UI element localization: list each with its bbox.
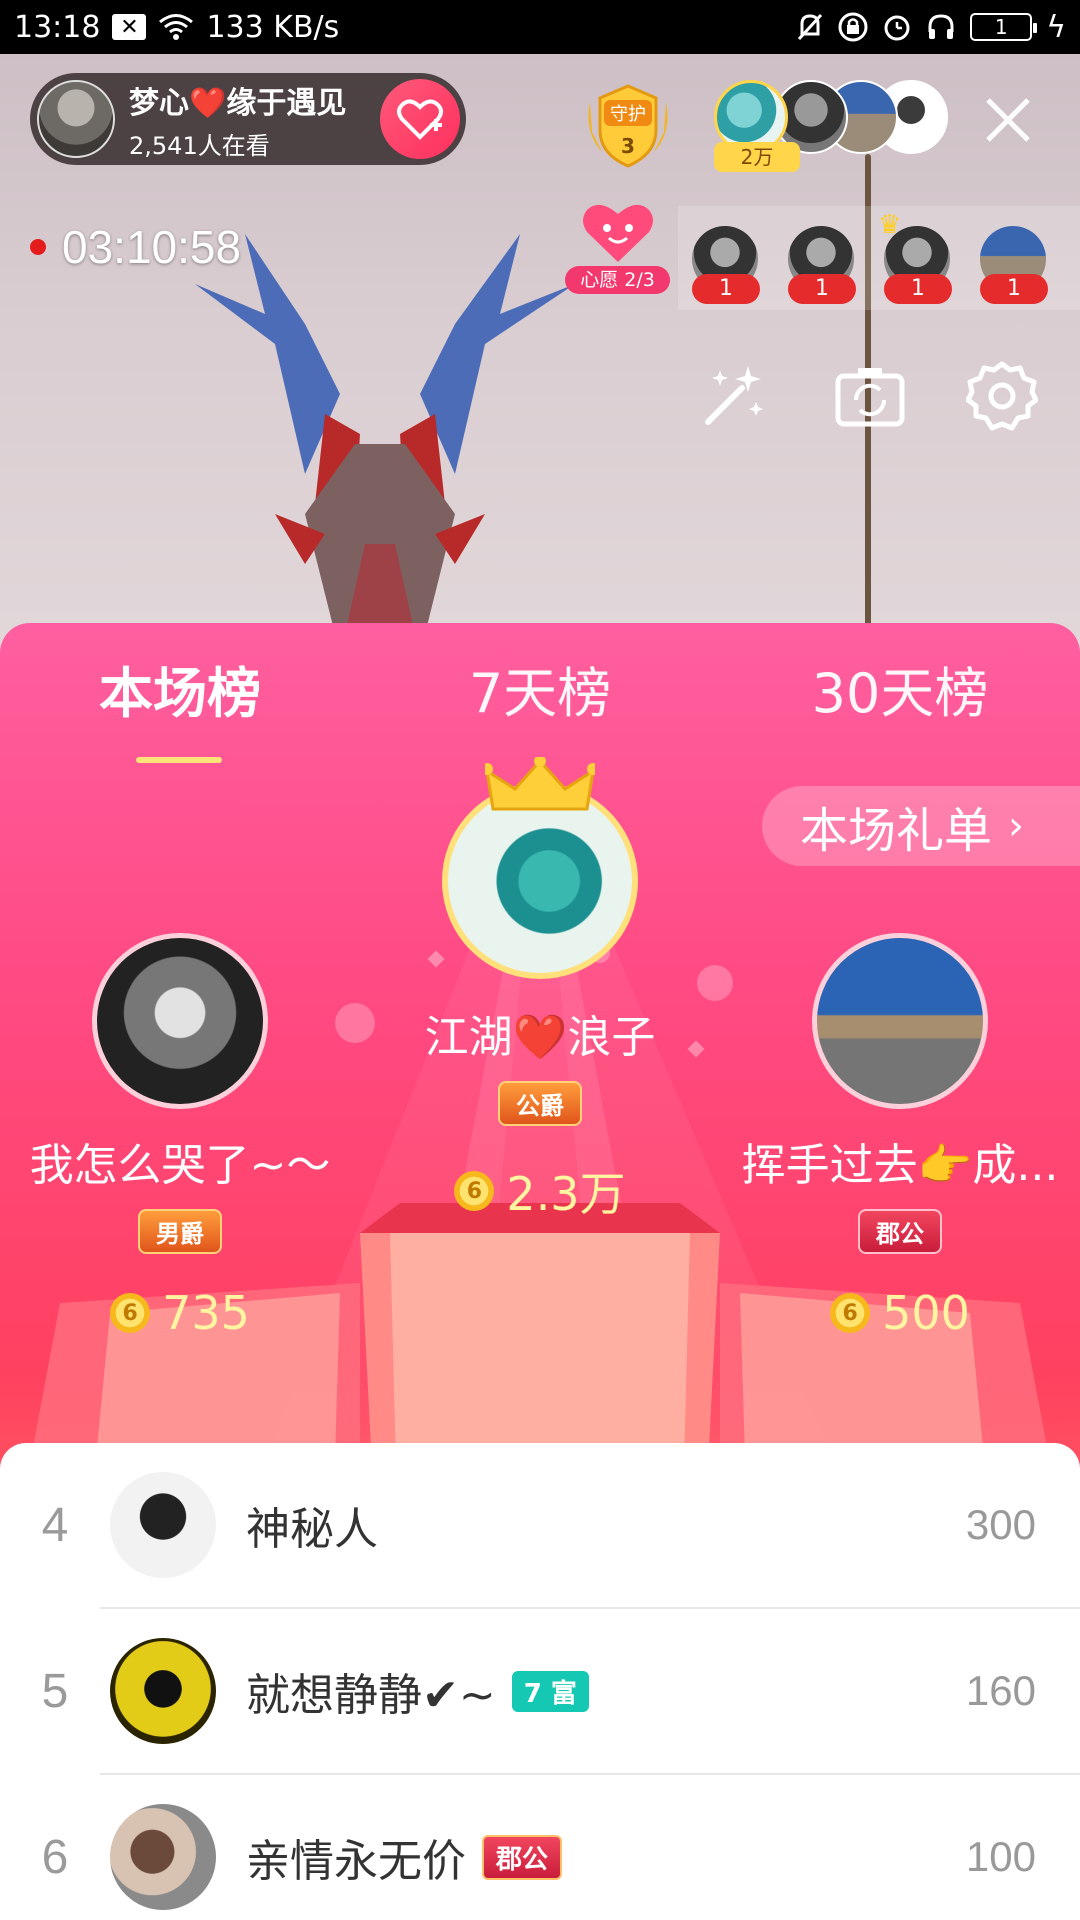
viewer-count-badge: 1 [980, 274, 1048, 304]
gift-list-label: 本场礼单 [800, 803, 993, 859]
crown-icon [485, 757, 595, 811]
alarm-icon [884, 15, 910, 41]
guard-label: 守护 [610, 104, 646, 125]
viewer-1[interactable]: 1 [692, 226, 760, 306]
viewer-4[interactable]: 1 [980, 226, 1048, 306]
rank-second[interactable]: 我怎么哭了~〜 男爵 6 735 [10, 933, 350, 1340]
charging-icon: ϟ [1046, 9, 1066, 45]
user-avatar[interactable] [110, 1472, 216, 1578]
coin-icon: 6 [454, 1171, 495, 1211]
close-button[interactable] [980, 92, 1036, 148]
third-score: 6 500 [730, 1286, 1070, 1340]
list-item[interactable]: 4 神秘人 300 [0, 1443, 1080, 1607]
chevron-right-icon: › [1008, 803, 1025, 849]
first-noble-badge: 公爵 [498, 1081, 582, 1126]
rich-level-badge: 7 富 [511, 1670, 589, 1712]
flip-camera-button[interactable] [834, 360, 906, 432]
ranking-tabs: 本场榜 7天榜 30天榜 [0, 649, 1080, 763]
noble-badge: 郡公 [482, 1834, 563, 1880]
flip-camera-icon [835, 368, 905, 427]
user-score: 100 [965, 1833, 1036, 1880]
guard-count: 3 [621, 134, 635, 158]
third-name: 挥手过去👉成... [741, 1140, 1059, 1191]
third-score-value: 500 [882, 1286, 970, 1340]
user-name: 神秘人 [246, 1504, 378, 1555]
list-item[interactable]: 6 亲情永无价 郡公 100 [0, 1775, 1080, 1920]
follow-button[interactable] [380, 79, 460, 159]
rank-third[interactable]: 挥手过去👉成... 郡公 6 500 [730, 933, 1070, 1340]
heart-plus-icon [397, 99, 443, 140]
active-tab-indicator [136, 757, 222, 763]
user-score: 300 [965, 1501, 1036, 1548]
second-name: 我怎么哭了~〜 [29, 1140, 331, 1191]
host-name: 梦心❤️缘于遇见 [129, 85, 347, 121]
rank-first[interactable]: 江湖❤️浪子 公爵 6 2.3万 [370, 757, 710, 1224]
host-info-pill[interactable]: 梦心❤️缘于遇见 2,541人在看 [30, 73, 466, 165]
user-avatar[interactable] [110, 1804, 216, 1910]
viewer-count-badge: 1 [692, 274, 760, 304]
coin-icon: 6 [830, 1293, 871, 1333]
viewer-count: 2,541人在看 [129, 131, 270, 160]
lock-icon [838, 12, 868, 42]
third-avatar[interactable] [812, 933, 988, 1109]
tab-7-days[interactable]: 7天榜 [440, 649, 640, 728]
headphone-icon [928, 14, 954, 39]
guard-badge[interactable]: 守护 3 [582, 82, 674, 170]
user-avatar[interactable] [110, 1638, 216, 1744]
gift-list-button[interactable]: 本场礼单 › [762, 786, 1080, 866]
rank-number: 6 [41, 1830, 69, 1884]
wish-label: 心愿 2/3 [565, 266, 670, 294]
first-score-value: 2.3万 [506, 1167, 626, 1221]
second-score: 6 735 [10, 1286, 350, 1340]
user-name: 亲情永无价 [246, 1836, 466, 1887]
recording-dot [30, 239, 46, 255]
third-noble-badge: 郡公 [858, 1209, 942, 1254]
close-icon [986, 98, 1030, 142]
coin-icon: 6 [110, 1293, 151, 1333]
crown-icon: ♛ [878, 210, 902, 240]
battery-level: 1 [994, 15, 1008, 39]
status-time: 13:18 [14, 9, 101, 45]
timer-text: 03:10:58 [62, 221, 242, 273]
list-item[interactable]: 5 就想静静✔~ 7 富 160 [0, 1609, 1080, 1773]
viewer-count-badge: 1 [788, 274, 856, 304]
viewer-strip[interactable]: 1 1 ♛ 1 1 [678, 206, 1080, 310]
second-avatar[interactable] [92, 933, 268, 1109]
viewer-3[interactable]: ♛ 1 [878, 210, 952, 306]
viewer-count-badge: 1 [884, 274, 952, 304]
mute-icon [798, 13, 823, 41]
tab-current-session[interactable]: 本场榜 [80, 649, 280, 728]
top-fan-amount: 2万 [714, 142, 800, 172]
gear-icon [965, 361, 1039, 431]
status-bar: 13:18 ✕ 133 KB/s 1 ϟ [0, 0, 1080, 54]
magic-wand-icon [705, 366, 763, 425]
notification-x-icon: ✕ [112, 14, 147, 40]
second-score-value: 735 [162, 1286, 250, 1340]
top-fans[interactable]: 2万 [714, 80, 948, 180]
wifi-icon [159, 14, 194, 40]
second-noble-badge: 男爵 [138, 1209, 222, 1254]
first-name: 江湖❤️浪子 [424, 1012, 656, 1063]
heart-face-icon [583, 204, 653, 262]
user-score: 160 [965, 1667, 1036, 1714]
rank-number: 4 [41, 1498, 69, 1552]
host-avatar[interactable] [37, 80, 115, 158]
live-timer: 03:10:58 [30, 220, 241, 274]
user-name: 就想静静✔~ [246, 1670, 496, 1721]
battery-icon: 1 [970, 13, 1038, 41]
rank-number: 5 [41, 1664, 69, 1718]
ranking-list: 4 神秘人 300 5 就想静静✔~ 7 富 160 6 亲情永无价 郡公 10… [0, 1443, 1080, 1920]
first-score: 6 2.3万 [370, 1158, 710, 1224]
tab-30-days[interactable]: 30天榜 [790, 649, 1010, 728]
beauty-wand-button[interactable] [696, 360, 768, 432]
network-speed: 133 KB/s [206, 9, 340, 45]
settings-button[interactable] [965, 360, 1039, 432]
viewer-2[interactable]: 1 [788, 226, 856, 306]
host-info: 梦心❤️缘于遇见 2,541人在看 [129, 78, 346, 161]
wish-badge[interactable]: 心愿 2/3 [565, 200, 670, 295]
